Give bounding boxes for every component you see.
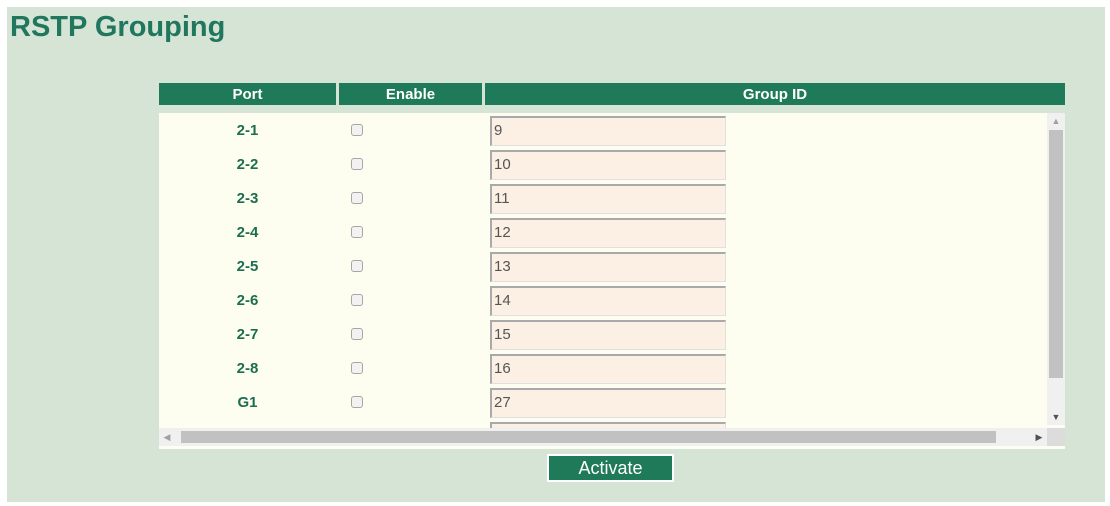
table-row: 2-1 9 [159, 115, 1037, 149]
page-title: RSTP Grouping [10, 11, 226, 43]
group-id-input[interactable]: 14 [490, 286, 726, 316]
table-header: Port Enable Group ID [159, 83, 1065, 105]
group-id-input[interactable]: 12 [490, 218, 726, 248]
port-cell: 2-4 [159, 217, 336, 248]
group-id-input[interactable]: 10 [490, 150, 726, 180]
header-enable: Enable [339, 83, 482, 105]
scroll-down-icon[interactable]: ▼ [1047, 409, 1065, 425]
header-port: Port [159, 83, 336, 105]
enable-checkbox[interactable] [351, 260, 363, 272]
group-id-input[interactable]: 11 [490, 184, 726, 214]
enable-checkbox[interactable] [351, 328, 363, 340]
enable-checkbox[interactable] [351, 362, 363, 374]
group-id-input[interactable]: 15 [490, 320, 726, 350]
port-cell: 2-3 [159, 183, 336, 214]
header-group-id: Group ID [485, 83, 1065, 105]
group-id-input[interactable]: 9 [490, 116, 726, 146]
enable-checkbox[interactable] [351, 294, 363, 306]
vertical-scroll-thumb[interactable] [1049, 130, 1063, 378]
port-cell: 2-5 [159, 251, 336, 282]
port-cell: 2-6 [159, 285, 336, 316]
table-row: G1 27 [159, 387, 1037, 421]
port-cell: G1 [159, 387, 336, 418]
enable-checkbox[interactable] [351, 226, 363, 238]
scroll-right-icon[interactable]: ▶ [1031, 428, 1047, 446]
horizontal-scrollbar[interactable]: ◀ ▶ [159, 428, 1047, 446]
scroll-left-icon[interactable]: ◀ [159, 428, 175, 446]
vertical-scrollbar[interactable]: ▲ ▼ [1047, 113, 1065, 425]
port-cell: 2-7 [159, 319, 336, 350]
horizontal-scroll-thumb[interactable] [181, 431, 996, 443]
enable-checkbox[interactable] [351, 124, 363, 136]
enable-checkbox[interactable] [351, 158, 363, 170]
table-row: 2-2 10 [159, 149, 1037, 183]
group-id-input[interactable]: 27 [490, 388, 726, 418]
table-body: 2-1 9 2-2 10 2-3 11 2-4 12 2-5 13 2-6 14 [159, 113, 1065, 449]
port-cell: 2-1 [159, 115, 336, 146]
scrollbar-corner [1047, 428, 1065, 446]
group-id-input[interactable]: 13 [490, 252, 726, 282]
port-cell: 2-8 [159, 353, 336, 384]
table-row: 2-7 15 [159, 319, 1037, 353]
scroll-up-icon[interactable]: ▲ [1047, 113, 1065, 129]
table-row: 2-6 14 [159, 285, 1037, 319]
table-row: 2-8 16 [159, 353, 1037, 387]
enable-checkbox[interactable] [351, 192, 363, 204]
table-row: 2-5 13 [159, 251, 1037, 285]
group-id-input[interactable]: 16 [490, 354, 726, 384]
activate-button[interactable]: Activate [547, 454, 674, 482]
table-row: 2-4 12 [159, 217, 1037, 251]
table-row: 2-3 11 [159, 183, 1037, 217]
table-rows: 2-1 9 2-2 10 2-3 11 2-4 12 2-5 13 2-6 14 [159, 115, 1037, 431]
port-cell: 2-2 [159, 149, 336, 180]
enable-checkbox[interactable] [351, 396, 363, 408]
